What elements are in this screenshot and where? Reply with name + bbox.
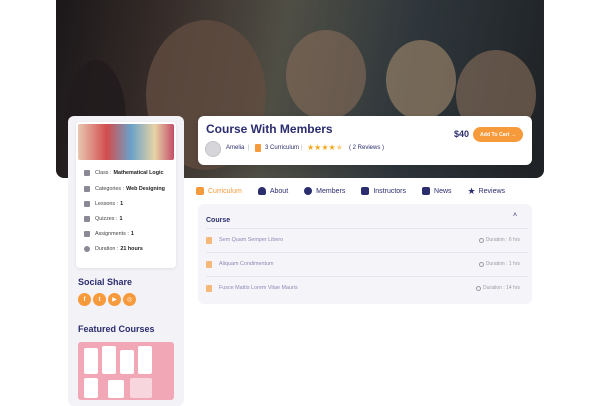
- lesson-icon: [206, 237, 212, 244]
- facebook-icon[interactable]: f: [78, 293, 91, 306]
- clock-icon: [84, 246, 90, 252]
- lesson-icon: [206, 261, 212, 268]
- info-row-class: Class : Mathematical Logic: [84, 167, 164, 179]
- info-row-lessons: Lessons : 1: [84, 198, 123, 210]
- course-thumbnail: [78, 124, 174, 160]
- social-share-heading: Social Share: [78, 277, 133, 287]
- course-info-card: Class : Mathematical Logic Categories : …: [76, 122, 176, 268]
- lesson-icon: [206, 285, 212, 292]
- tab-about[interactable]: About: [257, 187, 288, 195]
- info-row-categories: Categories : Web Designing: [84, 183, 165, 195]
- tab-members[interactable]: Members: [304, 187, 345, 195]
- clock-icon: [476, 285, 482, 291]
- curriculum-icon: [196, 187, 204, 195]
- class-icon: [84, 170, 90, 176]
- lesson-item[interactable]: Aliquam Condimentum Duration : 1 hrs: [206, 252, 528, 274]
- info-row-assignments: Assignments : 1: [84, 228, 134, 240]
- meta-divider: |: [248, 145, 250, 151]
- chevron-up-icon[interactable]: ˄: [513, 212, 517, 219]
- tab-news[interactable]: News: [422, 187, 452, 195]
- course-header-card: Course With Members Amelia | 3 Curriculu…: [198, 116, 532, 165]
- lesson-item[interactable]: Sem Quam Semper Libero Duration : 6 hrs: [206, 228, 528, 250]
- course-tabs: Curriculum About Members Instructors New…: [196, 184, 521, 198]
- curriculum-panel: Course ˄ Sem Quam Semper Libero Duration…: [198, 204, 532, 304]
- rating-stars-icon: ★★★★★: [307, 143, 343, 152]
- tab-instructors[interactable]: Instructors: [361, 187, 406, 195]
- news-icon: [422, 187, 431, 195]
- clock-icon: [478, 261, 484, 267]
- category-icon: [84, 186, 90, 192]
- twitter-icon[interactable]: t: [93, 293, 106, 306]
- instructors-icon: [361, 187, 370, 195]
- social-share-buttons: f t ▶ ◎: [78, 293, 136, 306]
- avatar[interactable]: [205, 141, 221, 157]
- youtube-icon[interactable]: ▶: [108, 293, 121, 306]
- lessons-icon: [84, 201, 90, 207]
- quiz-icon: [84, 216, 90, 222]
- featured-courses-heading: Featured Courses: [78, 324, 155, 334]
- about-icon: [257, 187, 266, 195]
- members-icon: [304, 187, 313, 195]
- instagram-icon[interactable]: ◎: [123, 293, 136, 306]
- course-title: Course With Members: [206, 122, 333, 136]
- curriculum-icon: [255, 144, 261, 152]
- meta-divider: |: [301, 145, 303, 151]
- section-title[interactable]: Course: [206, 217, 230, 224]
- assignment-icon: [84, 231, 90, 237]
- tab-reviews[interactable]: ★ Reviews: [468, 186, 506, 197]
- featured-course-image[interactable]: [78, 342, 174, 400]
- course-price: $40: [454, 129, 470, 139]
- add-to-cart-button[interactable]: Add To Cart →: [473, 127, 523, 142]
- instructor-name[interactable]: Amelia: [226, 145, 244, 151]
- lesson-item[interactable]: Fusce Mattis Lorem Vitae Mauris Duration…: [206, 276, 528, 298]
- curriculum-count: 3 Curriculum: [265, 145, 300, 151]
- clock-icon: [478, 237, 484, 243]
- tab-curriculum[interactable]: Curriculum: [196, 187, 242, 195]
- info-row-duration: Duration : 21 hours: [84, 243, 143, 255]
- star-icon: ★: [467, 185, 476, 196]
- reviews-count[interactable]: ( 2 Reviews ): [349, 145, 384, 151]
- info-row-quizzes: Quizzes : 1: [84, 213, 122, 225]
